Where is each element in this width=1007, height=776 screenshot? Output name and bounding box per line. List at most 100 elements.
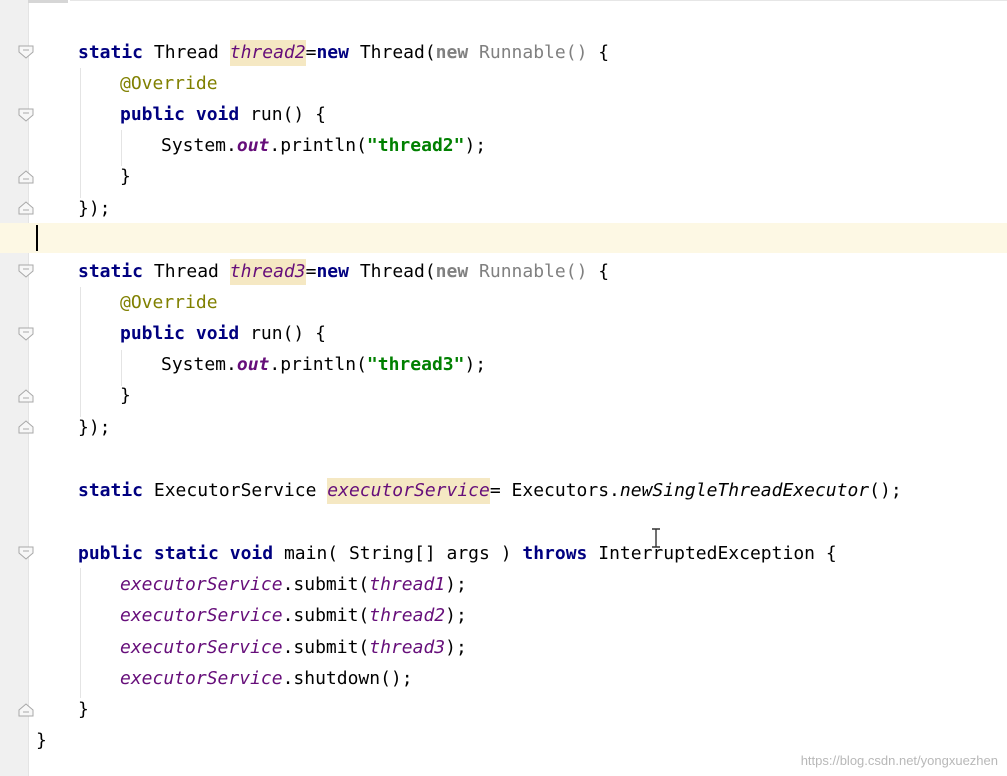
method-call: .println( bbox=[269, 354, 367, 375]
keyword-dimmed: new bbox=[435, 42, 469, 63]
text-caret bbox=[36, 225, 38, 251]
brace[interactable]: } bbox=[78, 695, 89, 725]
field-ref: executorService bbox=[120, 605, 283, 626]
annotation[interactable]: @Override bbox=[120, 69, 218, 99]
code-line[interactable]: public static void main( String[] args )… bbox=[78, 539, 837, 569]
code-line[interactable]: executorService.shutdown(); bbox=[120, 664, 413, 694]
code-line[interactable]: System.out.println("thread3"); bbox=[161, 350, 486, 380]
operator: = bbox=[305, 42, 317, 63]
fold-open-icon[interactable] bbox=[18, 264, 34, 278]
code-line[interactable]: static ExecutorService executorService= … bbox=[78, 476, 902, 506]
string-literal: "thread2" bbox=[366, 135, 465, 156]
method-call: .shutdown(); bbox=[282, 668, 413, 689]
editor-top-border bbox=[70, 0, 1007, 1]
brace[interactable]: } bbox=[120, 381, 131, 411]
statement-end: ); bbox=[445, 574, 467, 595]
keyword: new bbox=[316, 42, 349, 63]
operator: = bbox=[305, 261, 317, 282]
brace[interactable]: }); bbox=[78, 413, 111, 443]
current-line-highlight bbox=[0, 223, 1007, 253]
keyword: static bbox=[78, 42, 144, 63]
keyword: void bbox=[195, 104, 240, 125]
keyword: public bbox=[120, 104, 186, 125]
constructor-call: Thread( bbox=[359, 261, 436, 282]
editor-tab-strip bbox=[28, 0, 68, 3]
brace[interactable]: }); bbox=[78, 194, 111, 224]
keyword: void bbox=[195, 323, 240, 344]
field-name-highlighted: thread3 bbox=[229, 259, 306, 285]
type-dimmed: Runnable() bbox=[479, 261, 588, 282]
keyword: static bbox=[78, 261, 144, 282]
field-ref: thread1 bbox=[369, 574, 446, 595]
fold-open-icon[interactable] bbox=[18, 45, 34, 59]
brace[interactable]: } bbox=[120, 162, 131, 192]
statement-end: ); bbox=[464, 135, 487, 156]
field-name-highlighted: executorService bbox=[327, 478, 490, 504]
field-ref: executorService bbox=[120, 637, 283, 658]
fold-close-icon[interactable] bbox=[18, 389, 34, 403]
code-line[interactable]: executorService.submit(thread3); bbox=[120, 633, 467, 663]
type-dimmed: Runnable() bbox=[479, 42, 588, 63]
code-line[interactable]: System.out.println("thread2"); bbox=[161, 131, 486, 161]
indent-guide bbox=[121, 130, 122, 166]
method-signature: main( String[] args ) bbox=[283, 543, 512, 564]
keyword: new bbox=[316, 261, 349, 282]
fold-close-icon[interactable] bbox=[18, 201, 34, 215]
indent-guide bbox=[80, 68, 81, 198]
class-ref: = Executors. bbox=[489, 480, 620, 501]
method-call: .println( bbox=[269, 135, 367, 156]
annotation[interactable]: @Override bbox=[120, 288, 218, 318]
code-line[interactable]: static Thread thread2=new Thread(new Run… bbox=[78, 38, 609, 68]
method-signature: run() { bbox=[250, 323, 326, 344]
statement-end: ); bbox=[445, 637, 467, 658]
watermark: https://blog.csdn.net/yongxuezhen bbox=[800, 753, 998, 768]
code-line[interactable]: public void run() { bbox=[120, 100, 326, 130]
keyword: static bbox=[153, 543, 219, 564]
code-line[interactable]: public void run() { bbox=[120, 319, 326, 349]
static-method: newSingleThreadExecutor bbox=[619, 480, 870, 501]
indent-guide bbox=[80, 287, 81, 417]
fold-close-icon[interactable] bbox=[18, 170, 34, 184]
field-ref: thread2 bbox=[369, 605, 446, 626]
field-ref: thread3 bbox=[369, 637, 446, 658]
method-call: .submit( bbox=[282, 605, 370, 626]
keyword: void bbox=[229, 543, 274, 564]
static-field: out bbox=[236, 354, 270, 375]
type-name: Thread bbox=[153, 261, 219, 282]
string-literal: "thread3" bbox=[366, 354, 465, 375]
keyword-dimmed: new bbox=[435, 261, 469, 282]
field-ref: executorService bbox=[120, 574, 283, 595]
class-ref: System. bbox=[161, 135, 237, 156]
code-line[interactable]: executorService.submit(thread2); bbox=[120, 601, 467, 631]
static-field: out bbox=[236, 135, 270, 156]
keyword: static bbox=[78, 480, 144, 501]
statement-end: (); bbox=[869, 480, 902, 501]
code-line[interactable]: static Thread thread3=new Thread(new Run… bbox=[78, 257, 609, 287]
class-ref: System. bbox=[161, 354, 237, 375]
fold-close-icon[interactable] bbox=[18, 420, 34, 434]
method-call: .submit( bbox=[282, 637, 370, 658]
type-name: ExecutorService bbox=[153, 480, 317, 501]
fold-close-icon[interactable] bbox=[18, 703, 34, 717]
code-line[interactable]: executorService.submit(thread1); bbox=[120, 570, 467, 600]
method-call: .submit( bbox=[282, 574, 370, 595]
indent-guide bbox=[80, 568, 81, 698]
keyword: throws bbox=[522, 543, 588, 564]
brace: { bbox=[587, 261, 610, 282]
statement-end: ); bbox=[464, 354, 487, 375]
type-name: Thread bbox=[153, 42, 219, 63]
exception-type: InterruptedException { bbox=[598, 543, 837, 564]
keyword: public bbox=[78, 543, 144, 564]
fold-open-icon[interactable] bbox=[18, 546, 34, 560]
brace[interactable]: } bbox=[36, 726, 47, 756]
fold-open-icon[interactable] bbox=[18, 108, 34, 122]
statement-end: ); bbox=[445, 605, 467, 626]
brace: { bbox=[587, 42, 610, 63]
constructor-call: Thread( bbox=[359, 42, 436, 63]
method-signature: run() { bbox=[250, 104, 326, 125]
text-cursor-icon bbox=[652, 528, 660, 548]
keyword: public bbox=[120, 323, 186, 344]
field-name-highlighted: thread2 bbox=[229, 40, 306, 66]
fold-open-icon[interactable] bbox=[18, 327, 34, 341]
field-ref: executorService bbox=[120, 668, 283, 689]
